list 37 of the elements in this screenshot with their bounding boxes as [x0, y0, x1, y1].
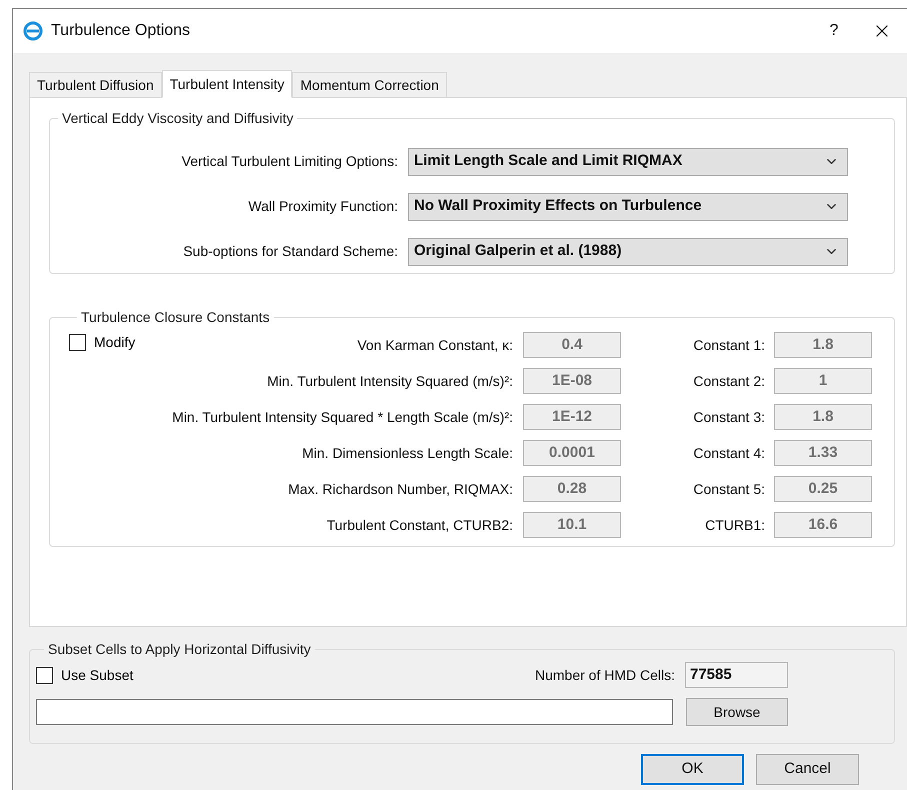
field-label: Wall Proximity Function: [248, 197, 398, 216]
tab[interactable]: Turbulent Diffusion [29, 72, 162, 97]
field-label: Number of HMD Cells: [534, 666, 676, 684]
dialog-button[interactable]: Cancel [756, 754, 859, 785]
field-label: Min. Dimensionless Length Scale: [301, 444, 514, 463]
field-label: Constant 2: [692, 372, 766, 390]
field-label: Constant 3: [692, 408, 766, 426]
group-title: Vertical Eddy Viscosity and Diffusivity [61, 109, 294, 128]
checkbox[interactable] [36, 666, 53, 684]
field-label: Turbulent Constant, CTURB2: [326, 516, 514, 534]
checkbox-label: Modify [94, 333, 136, 352]
value-field[interactable]: 77585 [685, 662, 788, 688]
checkbox-label: Use Subset [61, 666, 134, 684]
field-label: Constant 4: [692, 444, 766, 462]
field-label: Min. Turbulent Intensity Squared * Length Scale (m/s)²: [171, 408, 514, 427]
help-button[interactable]: ? [811, 9, 857, 53]
dialog-button[interactable]: OK [641, 754, 744, 785]
field-label: Min. Turbulent Intensity Squared (m/s)²: [266, 372, 514, 391]
field-label: Constant 5: [692, 480, 766, 498]
field-label: Sub-options for Standard Scheme: [183, 242, 398, 261]
field-label: Max. Richardson Number, RIQMAX: [287, 480, 514, 499]
browse-button[interactable]: Browse [686, 698, 788, 726]
field-label: Vertical Turbulent Limiting Options: [182, 152, 398, 171]
group-title: Turbulence Closure Constants [80, 308, 271, 327]
field-label: CTURB1: [704, 516, 766, 534]
dropdown[interactable]: Limit Length Scale and Limit RIQMAX [408, 148, 848, 176]
dropdown[interactable]: Original Galperin et al. (1988) [408, 238, 848, 266]
field-label: Von Karman Constant, κ: [356, 336, 514, 354]
group-title: Subset Cells to Apply Horizontal Diffusivity [47, 640, 312, 659]
tab[interactable]: Momentum Correction [292, 72, 447, 97]
dropdown[interactable]: No Wall Proximity Effects on Turbulence [408, 192, 848, 220]
app-icon [23, 21, 43, 41]
tab[interactable]: Turbulent Intensity [162, 70, 292, 98]
field-label: Constant 1: [692, 336, 766, 354]
file-path-field[interactable] [36, 699, 673, 725]
window-title: Turbulence Options [51, 21, 190, 41]
checkbox[interactable] [69, 334, 86, 351]
